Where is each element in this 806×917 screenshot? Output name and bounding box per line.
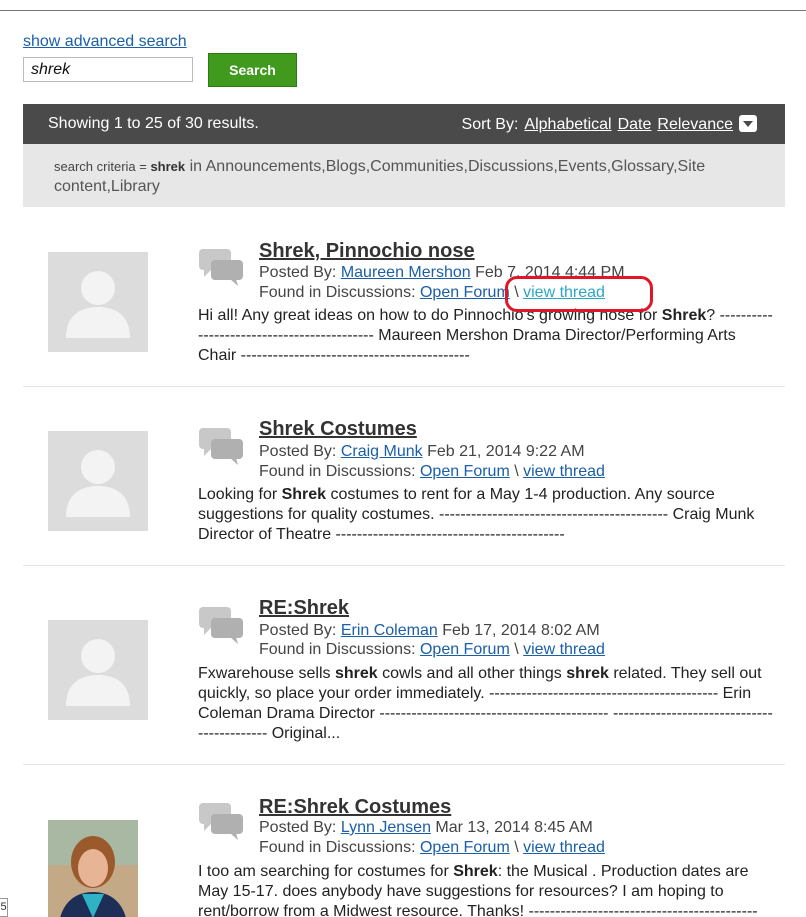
author-photo [48,820,138,917]
post-date: Feb 21, 2014 9:22 AM [422,443,585,460]
forum-link[interactable]: Open Forum [420,463,510,480]
discussion-icon [199,607,243,644]
edge-marker: 5 [0,898,8,917]
search-result: Shrek Costumes Posted By: Craig Munk Feb… [23,387,785,566]
sort-dropdown-icon[interactable] [739,115,757,132]
sort-label: Sort By: [461,116,519,133]
posted-by-label: Posted By: [259,622,341,639]
author-link[interactable]: Craig Munk [341,443,423,460]
avatar-placeholder [48,431,148,531]
found-in-label: Found in Discussions: [259,641,420,658]
criteria-prefix: search criteria = [54,159,151,174]
forum-link[interactable]: Open Forum [420,284,510,301]
found-in-label: Found in Discussions: [259,839,420,856]
search-input[interactable] [23,57,193,82]
discussion-icon [199,249,243,286]
search-result: Shrek, Pinnochio nose Posted By: Maureen… [23,208,785,387]
result-snippet: Fxwarehouse sells shrek cowls and all ot… [198,665,773,742]
view-thread-link[interactable]: view thread [523,463,605,480]
sort-relevance-link[interactable]: Relevance [657,116,733,133]
search-criteria: search criteria = shrek in Announcements… [23,144,785,207]
search-result: RE:Shrek Costumes Posted By: Lynn Jensen… [23,765,785,917]
result-snippet: Hi all! Any great ideas on how to do Pin… [198,307,773,364]
post-date: Feb 17, 2014 8:02 AM [437,622,600,639]
found-in-label: Found in Discussions: [259,284,420,301]
result-title-link[interactable]: Shrek Costumes [259,418,417,441]
forum-link[interactable]: Open Forum [420,641,510,658]
avatar-placeholder [48,252,148,352]
show-advanced-search-link[interactable]: show advanced search [23,33,187,51]
search-button[interactable]: Search [208,53,297,87]
result-snippet: Looking for Shrek costumes to rent for a… [198,486,755,543]
results-header-bar: Showing 1 to 25 of 30 results. Sort By: A… [23,104,785,144]
author-link[interactable]: Maureen Mershon [341,264,471,281]
discussion-icon [199,428,243,465]
search-result: RE:Shrek Posted By: Erin Coleman Feb 17,… [23,566,785,765]
post-date: Mar 13, 2014 8:45 AM [430,819,593,836]
result-title-link[interactable]: RE:Shrek Costumes [259,796,451,819]
posted-by-line: Posted By: Craig Munk Feb 21, 2014 9:22 … [259,443,585,461]
view-thread-link[interactable]: view thread [523,839,605,856]
posted-by-label: Posted By: [259,264,341,281]
author-link[interactable]: Erin Coleman [341,622,438,639]
posted-by-label: Posted By: [259,819,341,836]
avatar-placeholder [48,620,148,720]
forum-link[interactable]: Open Forum [420,839,510,856]
found-in-label: Found in Discussions: [259,463,420,480]
result-title-link[interactable]: RE:Shrek [259,597,349,620]
highlight-annotation-ring [505,276,653,312]
found-in-line: Found in Discussions: Open Forum \ view … [259,839,605,856]
result-snippet: I too am searching for costumes for Shre… [198,863,758,917]
author-link[interactable]: Lynn Jensen [341,819,431,836]
results-count: Showing 1 to 25 of 30 results. [48,115,259,132]
posted-by-line: Posted By: Erin Coleman Feb 17, 2014 8:0… [259,622,600,640]
top-divider [0,10,806,11]
sort-date-link[interactable]: Date [618,116,652,133]
result-title-link[interactable]: Shrek, Pinnochio nose [259,240,475,263]
sort-alphabetical-link[interactable]: Alphabetical [524,116,611,133]
criteria-term: shrek [150,159,186,174]
found-in-line: Found in Discussions: Open Forum \ view … [259,463,605,480]
sort-controls: Sort By: Alphabetical Date Relevance [462,115,757,134]
posted-by-line: Posted By: Lynn Jensen Mar 13, 2014 8:45… [259,819,593,837]
found-in-line: Found in Discussions: Open Forum \ view … [259,641,605,658]
discussion-icon [199,803,243,840]
posted-by-label: Posted By: [259,443,341,460]
view-thread-link[interactable]: view thread [523,641,605,658]
